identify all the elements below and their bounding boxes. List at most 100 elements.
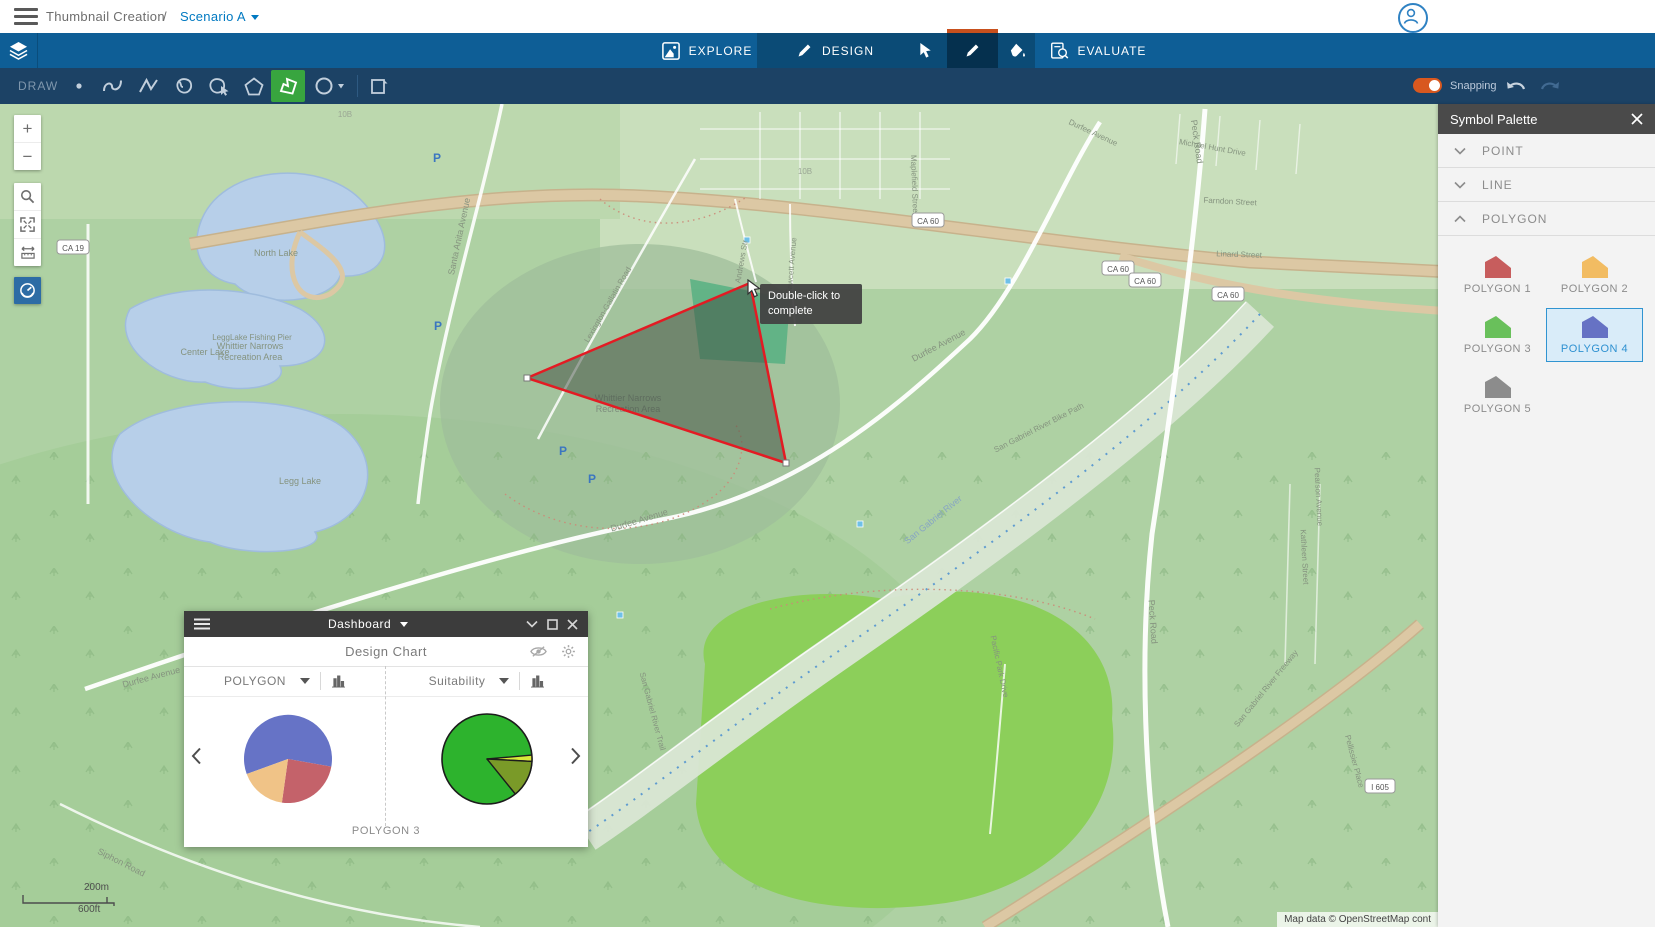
polygon-outline-icon <box>244 77 264 96</box>
edit-shape-tool[interactable] <box>362 70 396 102</box>
snapping-toggle[interactable] <box>1413 78 1442 93</box>
tab-explore[interactable]: EXPLORE <box>657 33 757 68</box>
svg-text:P: P <box>588 472 596 486</box>
gear-icon[interactable] <box>561 644 576 659</box>
toolbar-divider <box>357 75 358 97</box>
pencil-icon <box>964 42 981 59</box>
draw-freehand-area-tool[interactable] <box>167 70 201 102</box>
dashboard-titlebar[interactable]: Dashboard <box>184 611 588 637</box>
chevron-down-icon <box>300 678 310 684</box>
person-icon <box>1400 5 1422 27</box>
visibility-off-icon[interactable] <box>530 645 547 658</box>
carousel-next-button[interactable] <box>570 747 581 765</box>
full-extent-button[interactable] <box>14 211 41 239</box>
point-icon <box>69 76 89 96</box>
svg-text:I 605: I 605 <box>1371 783 1389 792</box>
chevron-down-icon <box>400 622 408 627</box>
svg-text:Whittier Narrows: Whittier Narrows <box>217 341 284 351</box>
polygon-swatch-icon <box>1485 256 1511 278</box>
tab-explore-label: EXPLORE <box>689 44 753 58</box>
svg-text:CA 60: CA 60 <box>917 217 939 226</box>
tab-design-label: DESIGN <box>822 44 874 58</box>
redo-icon <box>1540 80 1561 96</box>
dashboard-window: Dashboard Design Chart POLYGON <box>184 611 588 847</box>
swatch-polygon-3[interactable]: POLYGON 3 <box>1449 308 1546 362</box>
draw-circle-tool[interactable] <box>308 70 350 102</box>
dashboard-launcher-button[interactable] <box>14 277 41 304</box>
swatch-polygon-4-selected[interactable]: POLYGON 4 <box>1546 308 1643 362</box>
draw-point-tool[interactable] <box>62 70 96 102</box>
reshape-icon <box>370 77 389 96</box>
zoom-in-button[interactable]: + <box>14 115 41 143</box>
dashboard-title[interactable]: Dashboard <box>210 617 526 631</box>
polyline-icon <box>138 77 160 95</box>
bar-chart-icon[interactable] <box>331 675 346 688</box>
chevron-down-icon <box>1454 181 1466 189</box>
svg-text:P: P <box>434 319 442 333</box>
freehand-shape-icon <box>174 77 195 96</box>
mouse-cursor <box>746 279 764 299</box>
collapse-icon[interactable] <box>526 620 538 628</box>
section-point[interactable]: POINT <box>1438 134 1655 168</box>
bar-chart-icon[interactable] <box>530 675 545 688</box>
tab-evaluate[interactable]: EVALUATE <box>1038 33 1158 68</box>
redo-button[interactable] <box>1533 72 1567 104</box>
draw-polygon-outline-tool[interactable] <box>237 70 271 102</box>
zoom-out-button[interactable]: − <box>14 143 41 170</box>
draw-freehand-select-tool[interactable] <box>202 70 236 102</box>
section-point-label: POINT <box>1482 144 1524 158</box>
draw-polygon-tool-active[interactable] <box>271 70 305 102</box>
measure-button[interactable] <box>14 239 41 266</box>
svg-text:P: P <box>559 444 567 458</box>
polygon-swatch-icon <box>1485 376 1511 398</box>
select-tool-button[interactable] <box>905 33 947 68</box>
tab-design[interactable]: DESIGN <box>765 33 905 68</box>
symbol-palette-header: Symbol Palette <box>1438 104 1655 134</box>
user-avatar[interactable] <box>1398 3 1428 33</box>
vertex-handle[interactable] <box>783 460 789 466</box>
svg-text:P: P <box>433 151 441 165</box>
svg-text:CA 19: CA 19 <box>62 244 84 253</box>
section-polygon[interactable]: POLYGON <box>1438 202 1655 236</box>
curve-icon <box>102 77 124 95</box>
close-icon[interactable] <box>567 619 578 630</box>
left-chart-field-select[interactable]: POLYGON <box>224 674 310 688</box>
svg-text:Linard Street: Linard Street <box>1216 249 1263 260</box>
polygon-pie-chart[interactable] <box>242 713 334 805</box>
maximize-icon[interactable] <box>547 619 558 630</box>
polygon-swatch-grid: POLYGON 1 POLYGON 2 POLYGON 3 POLYGON 4 … <box>1438 236 1655 422</box>
svg-text:10B: 10B <box>338 110 352 119</box>
section-line[interactable]: LINE <box>1438 168 1655 202</box>
magnifier-icon <box>20 189 35 204</box>
app-menu-icon[interactable] <box>14 8 38 25</box>
swatch-polygon-1[interactable]: POLYGON 1 <box>1449 248 1546 302</box>
chart-footer-label: POLYGON 3 <box>184 825 588 837</box>
swatch-polygon-2[interactable]: POLYGON 2 <box>1546 248 1643 302</box>
close-icon[interactable] <box>1631 113 1643 125</box>
scenario-selector[interactable]: Scenario A <box>180 9 259 24</box>
paint-bucket-icon <box>1009 42 1027 59</box>
suitability-pie-chart[interactable] <box>439 711 535 807</box>
explore-map-icon <box>662 42 680 60</box>
draw-tool-button[interactable] <box>947 33 998 68</box>
layers-icon <box>9 41 28 60</box>
fill-tool-button[interactable] <box>998 33 1038 68</box>
swatch-polygon-5[interactable]: POLYGON 5 <box>1449 368 1546 422</box>
svg-text:CA 60: CA 60 <box>1107 265 1129 274</box>
layers-button[interactable] <box>0 33 38 68</box>
zoom-search-button[interactable] <box>14 183 41 211</box>
svg-text:North Lake: North Lake <box>254 248 298 258</box>
snapping-label: Snapping <box>1450 80 1497 92</box>
undo-button[interactable] <box>1498 72 1532 104</box>
symbol-palette-title: Symbol Palette <box>1450 112 1537 127</box>
evaluate-report-icon <box>1050 42 1069 60</box>
dashboard-menu-icon[interactable] <box>194 618 210 630</box>
chevron-up-icon <box>1454 215 1466 223</box>
carousel-prev-button[interactable] <box>191 747 202 765</box>
draw-tooltip: Double-click to complete <box>760 284 862 324</box>
draw-curve-tool[interactable] <box>96 70 130 102</box>
vertex-handle[interactable] <box>524 375 530 381</box>
polygon-swatch-icon <box>1485 316 1511 338</box>
right-chart-field-select[interactable]: Suitability <box>429 674 510 688</box>
draw-polyline-tool[interactable] <box>132 70 166 102</box>
